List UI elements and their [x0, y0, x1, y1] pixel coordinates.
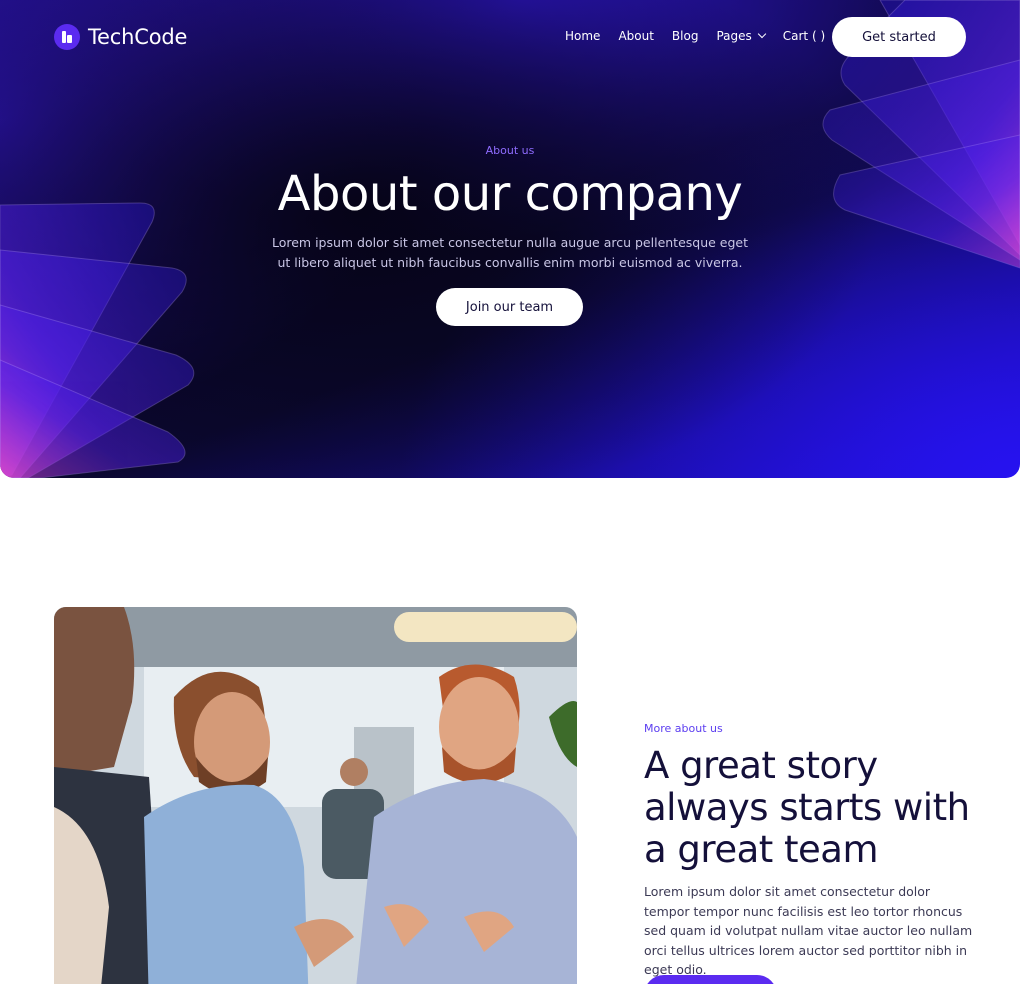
nav-item-about[interactable]: About [618, 29, 653, 43]
nav-item-cart[interactable]: Cart ( ) [783, 29, 825, 43]
nav-item-pages[interactable]: Pages [716, 29, 767, 43]
section-eyebrow: More about us [644, 722, 723, 735]
logo[interactable]: TechCode [54, 24, 187, 50]
join-our-team-button[interactable]: Join our team [436, 288, 583, 326]
main-nav: Home About Blog Pages Cart ( ) [565, 29, 843, 43]
logo-icon [54, 24, 80, 50]
hero-eyebrow: About us [485, 144, 535, 157]
get-started-button[interactable]: Get started [832, 17, 966, 57]
section-cta-button[interactable] [644, 975, 777, 984]
team-photo [54, 607, 577, 984]
nav-item-pages-label: Pages [716, 29, 752, 43]
page-title: About our company [277, 166, 743, 222]
logo-text: TechCode [88, 25, 188, 49]
section-description: Lorem ipsum dolor sit amet consectetur d… [644, 884, 973, 977]
hero-section: TechCode Home About Blog Pages Cart ( ) … [0, 0, 1020, 478]
hero-description: Lorem ipsum dolor sit amet consectetur n… [271, 235, 749, 270]
nav-item-home[interactable]: Home [565, 29, 600, 43]
nav-item-blog[interactable]: Blog [672, 29, 699, 43]
section-title: A great story always starts with a great… [644, 744, 970, 871]
chevron-down-icon [757, 29, 767, 39]
